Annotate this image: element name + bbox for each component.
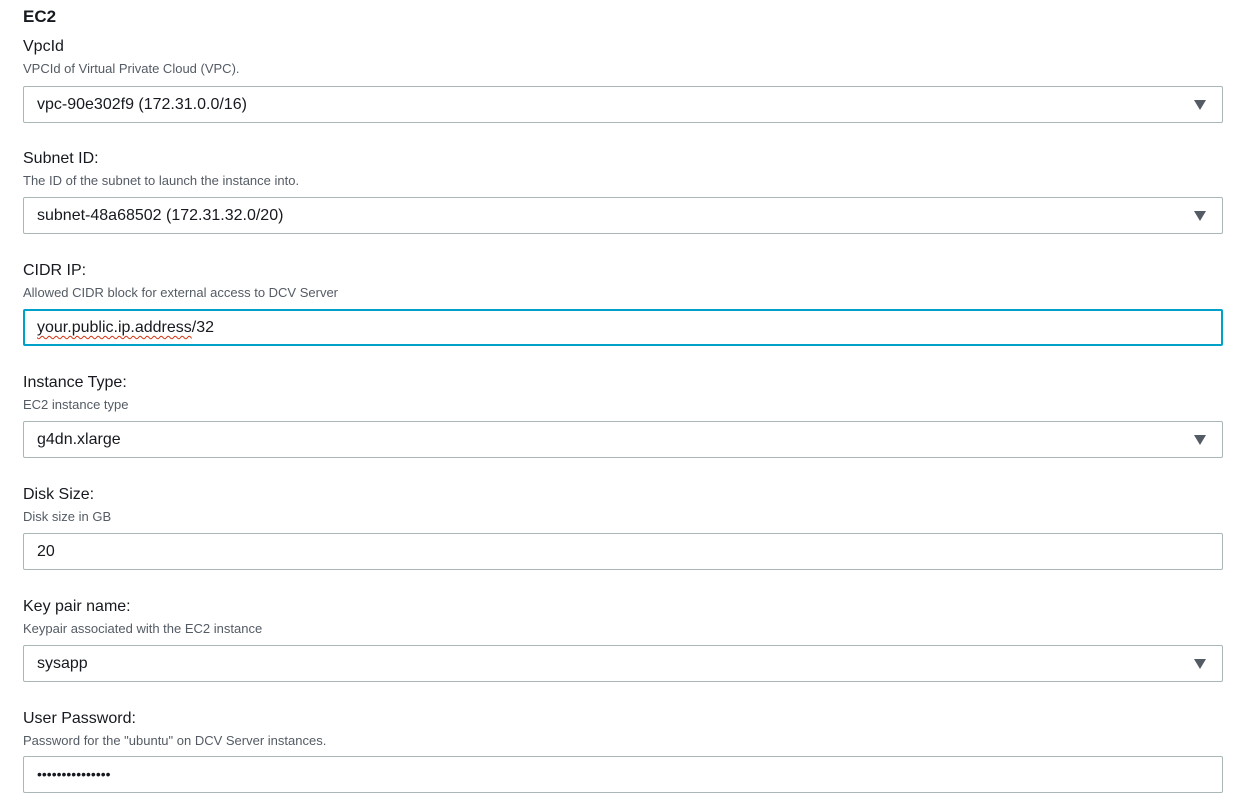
cidr-input-value-suffix: /32 [191,319,215,336]
caret-down-icon [1194,435,1206,445]
password-label: User Password: [23,710,136,727]
vpc-field: VpcId VPCId of Virtual Private Cloud (VP… [23,37,1223,123]
caret-down-icon [1194,211,1206,221]
section-title: EC2 [23,7,57,26]
key-pair-description: Keypair associated with the EC2 instance [23,621,263,636]
ec2-parameters-form: EC2 VpcId VPCId of Virtual Private Cloud… [0,0,1237,801]
vpc-select-value: vpc-90e302f9 (172.31.0.0/16) [37,96,247,113]
password-description: Password for the "ubuntu" on DCV Server … [23,733,327,748]
password-input-value: ••••••••••••••• [37,766,111,782]
subnet-field: Subnet ID: The ID of the subnet to launc… [23,149,1223,234]
instance-type-field: Instance Type: EC2 instance type g4dn.xl… [23,373,1223,458]
disk-size-input[interactable]: 20 [23,533,1223,570]
caret-down-icon [1194,100,1206,110]
key-pair-select-value: sysapp [37,655,88,672]
cidr-field: CIDR IP: Allowed CIDR block for external… [23,261,1223,346]
cidr-label: CIDR IP: [23,262,87,279]
cidr-input-value-misspelled: your.public.ip.address [37,319,192,336]
cidr-description: Allowed CIDR block for external access t… [23,285,339,300]
instance-type-select-value: g4dn.xlarge [37,431,121,448]
caret-down-icon [1194,659,1206,669]
key-pair-select[interactable]: sysapp [23,645,1223,682]
password-field: User Password: Password for the "ubuntu"… [23,709,1223,793]
key-pair-label: Key pair name: [23,598,131,615]
disk-size-field: Disk Size: Disk size in GB 20 [23,485,1223,570]
vpc-description: VPCId of Virtual Private Cloud (VPC). [23,61,240,76]
subnet-select[interactable]: subnet-48a68502 (172.31.32.0/20) [23,197,1223,234]
instance-type-label: Instance Type: [23,374,127,391]
subnet-description: The ID of the subnet to launch the insta… [23,173,300,188]
key-pair-field: Key pair name: Keypair associated with t… [23,597,1223,682]
instance-type-description: EC2 instance type [23,397,129,412]
disk-size-input-value: 20 [37,543,55,560]
subnet-label: Subnet ID: [23,150,99,167]
disk-size-label: Disk Size: [23,486,95,503]
subnet-select-value: subnet-48a68502 (172.31.32.0/20) [37,207,284,224]
cidr-input[interactable]: your.public.ip.address/32 [23,309,1223,346]
vpc-label: VpcId [23,38,64,55]
password-input[interactable]: ••••••••••••••• [23,756,1223,793]
vpc-select[interactable]: vpc-90e302f9 (172.31.0.0/16) [23,86,1223,123]
disk-size-description: Disk size in GB [23,509,112,524]
instance-type-select[interactable]: g4dn.xlarge [23,421,1223,458]
